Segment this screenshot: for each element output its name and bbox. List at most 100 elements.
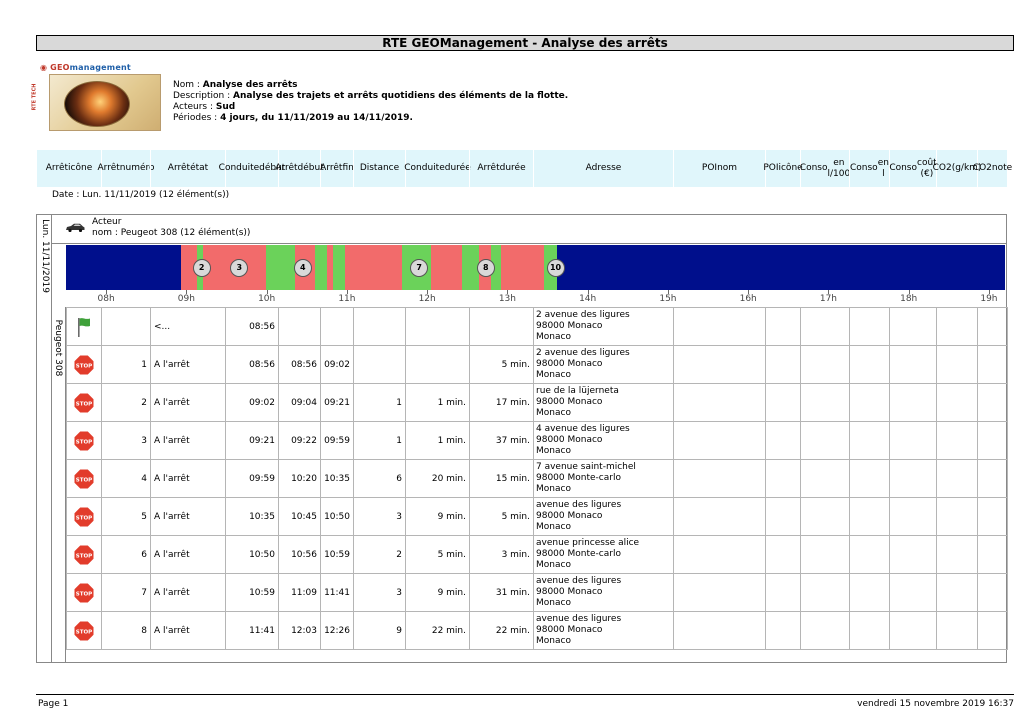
timeline-stop-marker[interactable]: 2: [192, 259, 211, 277]
cell-empty: [673, 345, 766, 384]
table-row[interactable]: STOP 4 A l'arrêt 09:59 10:20 10:35 6 20 min. 15 …: [66, 459, 1008, 498]
axis-tick-label: 15h: [659, 294, 677, 304]
cell-cd: 08:56: [225, 345, 279, 384]
cell-address: 2 avenue des ligures 98000 Monaco Monaco: [533, 307, 674, 346]
stop-icon-cell: STOP: [66, 497, 102, 536]
column-header: Adresse: [533, 150, 673, 187]
column-header: POI nom: [673, 150, 765, 187]
cell-empty: [977, 573, 1008, 612]
cell-address: 4 avenue des ligures 98000 Monaco Monaco: [533, 421, 674, 460]
svg-text:STOP: STOP: [76, 363, 92, 369]
cell-cdur: 5 min.: [405, 535, 470, 574]
timeline-stop-marker[interactable]: 7: [410, 259, 429, 277]
cell-cd: 11:41: [225, 611, 279, 650]
timeline-stop-marker[interactable]: 4: [293, 259, 312, 277]
cell-etat: A l'arrêt: [150, 535, 226, 574]
table-row[interactable]: STOP 6 A l'arrêt 10:50 10:56 10:59 2 5 min. 3 mi…: [66, 535, 1008, 574]
axis-tick-label: 17h: [819, 294, 837, 304]
cell-adur: 37 min.: [469, 421, 534, 460]
axis-tick-label: 10h: [258, 294, 276, 304]
cell-af: [320, 307, 354, 346]
cell-af: 09:59: [320, 421, 354, 460]
table-row[interactable]: STOP 1 A l'arrêt 08:56 08:56 09:02 5 min. 2 ave…: [66, 345, 1008, 384]
table-row[interactable]: STOP 7 A l'arrêt 10:59 11:09 11:41 3 9 min. 31 m…: [66, 573, 1008, 612]
cell-empty: [849, 421, 890, 460]
table-row[interactable]: STOP 3 A l'arrêt 09:21 09:22 09:59 1 1 min. 37 m…: [66, 421, 1008, 460]
cell-empty: [800, 535, 850, 574]
cell-empty: [936, 535, 978, 574]
cell-num: 3: [101, 421, 151, 460]
actor-label: Acteur: [92, 217, 122, 227]
timeline-stop-marker[interactable]: 10: [546, 259, 565, 277]
cell-empty: [800, 421, 850, 460]
timeline-stop-marker[interactable]: 8: [476, 259, 495, 277]
cell-address: 2 avenue des ligures 98000 Monaco Monaco: [533, 345, 674, 384]
cell-adur: 22 min.: [469, 611, 534, 650]
column-header: Arrêt début: [275, 150, 324, 187]
cell-num: [101, 307, 151, 346]
cell-cd: 10:59: [225, 573, 279, 612]
cell-empty: [673, 459, 766, 498]
cell-ad: 09:04: [278, 383, 321, 422]
cell-empty: [889, 573, 937, 612]
cell-empty: [977, 611, 1008, 650]
cell-ad: 09:22: [278, 421, 321, 460]
cell-ad: [278, 307, 321, 346]
page-number: Page 1: [38, 699, 69, 709]
table-row[interactable]: STOP 2 A l'arrêt 09:02 09:04 09:21 1 1 min. 17 m…: [66, 383, 1008, 422]
cell-empty: [800, 345, 850, 384]
column-header: CO2 note: [973, 150, 1012, 187]
cell-dist: 1: [353, 421, 406, 460]
cell-ad: 10:20: [278, 459, 321, 498]
cell-etat: A l'arrêt: [150, 497, 226, 536]
cell-cd: 09:21: [225, 421, 279, 460]
cell-etat: <...: [150, 307, 226, 346]
cell-empty: [849, 459, 890, 498]
cell-empty: [889, 611, 937, 650]
axis-tick-label: 14h: [579, 294, 597, 304]
stops-table: <... 08:56 2 avenue des ligures 98000 Monac…: [66, 307, 1008, 650]
cell-address: avenue des ligures 98000 Monaco Monaco: [533, 611, 674, 650]
cell-empty: [800, 611, 850, 650]
stop-sign-icon: STOP: [73, 354, 95, 375]
cell-empty: [800, 573, 850, 612]
cell-ad: 08:56: [278, 345, 321, 384]
cell-cd: 09:59: [225, 459, 279, 498]
cell-dist: [353, 307, 406, 346]
cell-empty: [765, 345, 801, 384]
table-row[interactable]: <... 08:56 2 avenue des ligures 98000 Monac…: [66, 307, 1008, 346]
cell-dist: 2: [353, 535, 406, 574]
column-header: Conso en l/100: [800, 150, 850, 187]
actor-header: Acteur nom : Peugeot 308 (12 élément(s)): [51, 215, 1006, 244]
column-header: Arrêt fin: [320, 150, 354, 187]
svg-text:STOP: STOP: [76, 401, 92, 407]
print-timestamp: vendredi 15 novembre 2019 16:37: [857, 699, 1014, 709]
table-row[interactable]: STOP 5 A l'arrêt 10:35 10:45 10:50 3 9 min. 5 mi…: [66, 497, 1008, 536]
cell-empty: [889, 421, 937, 460]
cell-num: 8: [101, 611, 151, 650]
start-flag-icon: [78, 317, 90, 337]
cell-adur: 5 min.: [469, 345, 534, 384]
cell-cdur: 9 min.: [405, 573, 470, 612]
svg-text:STOP: STOP: [76, 553, 92, 559]
timeline-segment: [345, 245, 359, 290]
stop-icon-cell: STOP: [66, 611, 102, 650]
column-header: Arrêt numéro: [98, 150, 155, 187]
cell-empty: [889, 459, 937, 498]
footer-divider: [36, 694, 1014, 695]
column-header: Conduite début: [219, 150, 285, 187]
column-header: Arrêt icône: [36, 150, 101, 187]
cell-etat: A l'arrêt: [150, 383, 226, 422]
cell-dist: [353, 345, 406, 384]
cell-num: 5: [101, 497, 151, 536]
logo-wordmark: ◉ GEOmanagement: [40, 63, 131, 72]
cell-af: 10:35: [320, 459, 354, 498]
cell-empty: [889, 535, 937, 574]
table-row[interactable]: STOP 8 A l'arrêt 11:41 12:03 12:26 9 22 min. 22 …: [66, 611, 1008, 650]
stop-icon-cell: STOP: [66, 383, 102, 422]
svg-text:STOP: STOP: [76, 515, 92, 521]
cell-empty: [765, 459, 801, 498]
stop-sign-icon: STOP: [73, 506, 95, 527]
stop-sign-icon: STOP: [73, 392, 95, 413]
stop-icon-cell: STOP: [66, 573, 102, 612]
